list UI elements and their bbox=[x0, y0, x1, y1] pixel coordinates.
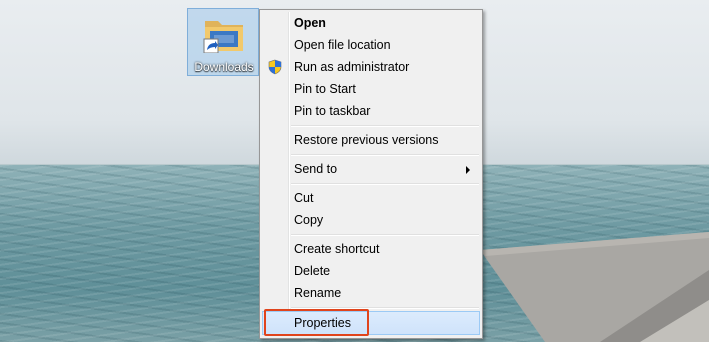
desktop-background: Downloads Open Open file location Run as… bbox=[0, 0, 709, 342]
menu-item-delete[interactable]: Delete bbox=[262, 260, 480, 282]
menu-item-label: Open file location bbox=[294, 38, 391, 52]
menu-item-label: Restore previous versions bbox=[294, 133, 439, 147]
menu-item-open[interactable]: Open bbox=[262, 12, 480, 34]
menu-item-rename[interactable]: Rename bbox=[262, 282, 480, 304]
menu-item-label: Run as administrator bbox=[294, 60, 410, 74]
properties-highlight-box bbox=[264, 309, 369, 336]
menu-separator bbox=[291, 125, 479, 127]
menu-item-send-to[interactable]: Send to bbox=[262, 158, 480, 180]
downloads-shortcut[interactable]: Downloads bbox=[187, 8, 259, 76]
submenu-arrow-icon bbox=[466, 166, 470, 174]
menu-separator bbox=[291, 234, 479, 236]
context-menu: Open Open file location Run as administr… bbox=[259, 9, 483, 339]
menu-separator bbox=[291, 154, 479, 156]
menu-item-open-file-location[interactable]: Open file location bbox=[262, 34, 480, 56]
menu-item-create-shortcut[interactable]: Create shortcut bbox=[262, 238, 480, 260]
menu-separator bbox=[291, 183, 479, 185]
menu-item-label: Pin to Start bbox=[294, 82, 356, 96]
menu-item-label: Open bbox=[294, 16, 326, 30]
menu-item-label: Cut bbox=[294, 191, 314, 205]
menu-item-label: Pin to taskbar bbox=[294, 104, 371, 118]
menu-item-label: Send to bbox=[294, 162, 338, 176]
desktop-icon-label: Downloads bbox=[194, 60, 254, 74]
menu-item-label: Create shortcut bbox=[294, 242, 380, 256]
menu-item-pin-to-taskbar[interactable]: Pin to taskbar bbox=[262, 100, 480, 122]
menu-item-pin-to-start[interactable]: Pin to Start bbox=[262, 78, 480, 100]
menu-item-label: Copy bbox=[294, 213, 324, 227]
menu-item-run-as-administrator[interactable]: Run as administrator bbox=[262, 56, 480, 78]
menu-item-label: Delete bbox=[294, 264, 331, 278]
folder-shortcut-icon bbox=[203, 21, 243, 53]
menu-item-restore-previous-versions[interactable]: Restore previous versions bbox=[262, 129, 480, 151]
menu-item-copy[interactable]: Copy bbox=[262, 209, 480, 231]
menu-item-label: Rename bbox=[294, 286, 342, 300]
menu-item-cut[interactable]: Cut bbox=[262, 187, 480, 209]
uac-shield-icon bbox=[268, 59, 282, 75]
